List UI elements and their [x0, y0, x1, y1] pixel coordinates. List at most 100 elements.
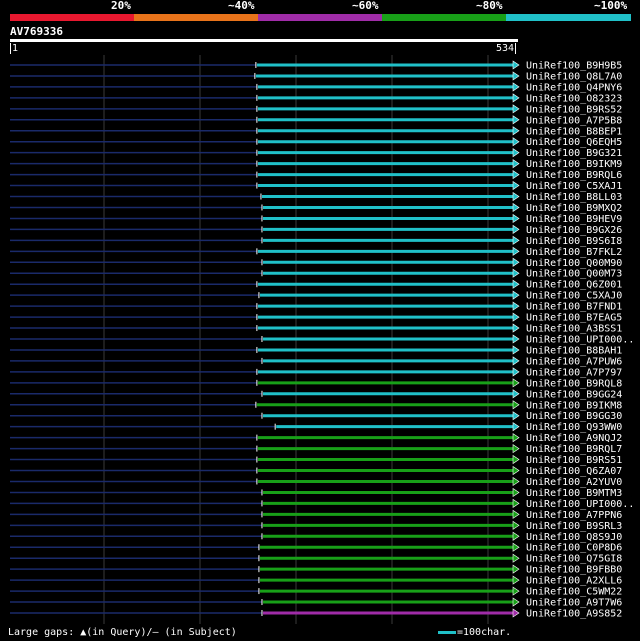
hit-name-link[interactable]: UniRef100_B9S6I8	[526, 236, 622, 247]
hit-name-link[interactable]: UniRef100_B9MTM3	[526, 488, 622, 499]
hit-name-link[interactable]: UniRef100_A2YUV0	[526, 477, 622, 488]
hit-row[interactable]: UniRef100_B9SRL3	[10, 520, 622, 532]
hit-name-link[interactable]: UniRef100_B7FND1	[526, 302, 622, 313]
hit-name-link[interactable]: UniRef100_C5XAJ0	[526, 291, 622, 302]
hit-row[interactable]: UniRef100_Q8S9J0	[10, 531, 622, 543]
hit-name-link[interactable]: UniRef100_UPI000..	[526, 335, 634, 346]
hit-name-link[interactable]: UniRef100_A9S852	[526, 609, 622, 620]
hit-row[interactable]: UniRef100_B8BEP1	[10, 126, 622, 137]
hit-row[interactable]: UniRef100_B7FND1	[10, 301, 622, 313]
hit-name-link[interactable]: UniRef100_B9H9B5	[526, 61, 622, 72]
hit-name-link[interactable]: UniRef100_A7PPN6	[526, 510, 622, 521]
hit-row[interactable]: UniRef100_B9IKM8	[10, 400, 622, 411]
hit-row[interactable]: UniRef100_A3BSS1	[10, 323, 622, 335]
hit-name-link[interactable]: UniRef100_O82323	[526, 93, 622, 104]
hit-name-link[interactable]: UniRef100_B9FBB0	[526, 565, 622, 576]
hit-name-link[interactable]: UniRef100_B7EAG5	[526, 313, 622, 324]
hit-row[interactable]: UniRef100_A2YUV0	[10, 476, 622, 488]
hit-name-link[interactable]: UniRef100_B9MXQ2	[526, 203, 622, 214]
hit-name-link[interactable]: UniRef100_C5WM22	[526, 587, 622, 598]
hit-name-link[interactable]: UniRef100_B9RQL8	[526, 378, 622, 389]
hit-row[interactable]: UniRef100_B7FKL2	[10, 246, 622, 258]
hit-row[interactable]: UniRef100_C5XAJ1	[10, 180, 622, 192]
hit-name-link[interactable]: UniRef100_Q8L7A0	[526, 71, 622, 82]
hit-name-link[interactable]: UniRef100_Q00M73	[526, 269, 622, 280]
hit-row[interactable]: UniRef100_Q75GI8	[10, 553, 622, 565]
hit-row[interactable]: UniRef100_Q00M73	[10, 268, 622, 280]
hit-row[interactable]: UniRef100_C5WM22	[10, 586, 622, 598]
hit-row[interactable]: UniRef100_B9MXQ2	[10, 202, 622, 214]
hit-name-link[interactable]: UniRef100_B9IKM9	[526, 159, 622, 170]
hit-name-link[interactable]: UniRef100_B9SRL3	[526, 521, 622, 532]
hit-name-link[interactable]: UniRef100_B8BAH1	[526, 345, 622, 356]
hit-name-link[interactable]: UniRef100_B7FKL2	[526, 247, 622, 258]
hit-row[interactable]: UniRef100_B9HEV9	[10, 213, 622, 225]
hit-row[interactable]: UniRef100_A7P797	[10, 367, 622, 378]
hit-row[interactable]: UniRef100_O82323	[10, 93, 622, 104]
hit-row[interactable]: UniRef100_B9RS52	[10, 104, 622, 115]
hit-row[interactable]: UniRef100_Q6ZA07	[10, 465, 622, 477]
hit-name-link[interactable]: UniRef100_A2XLL6	[526, 576, 622, 587]
hit-name-link[interactable]: UniRef100_C5XAJ1	[526, 181, 622, 192]
hit-name-link[interactable]: UniRef100_B9GX26	[526, 225, 622, 236]
hit-name-link[interactable]: UniRef100_Q8S9J0	[526, 532, 622, 543]
hit-row[interactable]: UniRef100_Q00M90	[10, 257, 622, 269]
hit-name-link[interactable]: UniRef100_A7PUW6	[526, 356, 622, 367]
hit-name-link[interactable]: UniRef100_B9GG24	[526, 389, 622, 400]
hit-row[interactable]: UniRef100_Q6EQH5	[10, 137, 622, 148]
hit-row[interactable]: UniRef100_B9RQL8	[10, 378, 622, 389]
hit-name-link[interactable]: UniRef100_UPI000..	[526, 499, 634, 510]
hit-name-link[interactable]: UniRef100_B9RQL6	[526, 170, 622, 181]
hit-row[interactable]: UniRef100_Q8L7A0	[10, 71, 622, 82]
hit-row[interactable]: UniRef100_B9H9B5	[10, 60, 622, 72]
hit-row[interactable]: UniRef100_A7PPN6	[10, 509, 622, 521]
hit-row[interactable]: UniRef100_B9RQL6	[10, 170, 622, 181]
hit-row[interactable]: UniRef100_B9GX26	[10, 224, 622, 236]
hit-name-link[interactable]: UniRef100_A9T7W6	[526, 598, 622, 609]
hit-row[interactable]: UniRef100_B9G321	[10, 148, 622, 159]
hit-row[interactable]: UniRef100_Q93WW0	[10, 422, 622, 433]
hit-row[interactable]: UniRef100_A2XLL6	[10, 575, 622, 587]
hit-row[interactable]: UniRef100_B9MTM3	[10, 487, 622, 499]
hit-row[interactable]: UniRef100_B9FBB0	[10, 564, 622, 576]
hit-name-link[interactable]: UniRef100_B9RS51	[526, 455, 622, 466]
hit-row[interactable]: UniRef100_B8LL03	[10, 191, 622, 203]
hit-row[interactable]: UniRef100_B8BAH1	[10, 345, 622, 356]
hit-row[interactable]: UniRef100_B9RQL7	[10, 444, 622, 455]
hit-name-link[interactable]: UniRef100_Q00M90	[526, 258, 622, 269]
hit-row[interactable]: UniRef100_Q4PNY6	[10, 82, 622, 93]
hit-name-link[interactable]: UniRef100_A7P5B8	[526, 115, 622, 126]
hit-row[interactable]: UniRef100_B9GG24	[10, 389, 622, 400]
hit-name-link[interactable]: UniRef100_B9IKM8	[526, 400, 622, 411]
hit-name-link[interactable]: UniRef100_B9HEV9	[526, 214, 622, 225]
hit-name-link[interactable]: UniRef100_C0P8D6	[526, 543, 622, 554]
hit-name-link[interactable]: UniRef100_B9RQL7	[526, 444, 622, 455]
hit-name-link[interactable]: UniRef100_Q75GI8	[526, 554, 622, 565]
hit-row[interactable]: UniRef100_A9S852	[10, 608, 622, 620]
hit-row[interactable]: UniRef100_B7EAG5	[10, 312, 622, 324]
hit-name-link[interactable]: UniRef100_Q6ZA07	[526, 466, 622, 477]
hit-name-link[interactable]: UniRef100_B8LL03	[526, 192, 622, 203]
hit-row[interactable]: UniRef100_B9IKM9	[10, 159, 622, 170]
hit-row[interactable]: UniRef100_C0P8D6	[10, 542, 622, 554]
hit-name-link[interactable]: UniRef100_A3BSS1	[526, 324, 622, 335]
hit-name-link[interactable]: UniRef100_Q93WW0	[526, 422, 622, 433]
hit-row[interactable]: UniRef100_A9NQJ2	[10, 433, 622, 444]
hit-name-link[interactable]: UniRef100_B9RS52	[526, 104, 622, 115]
hit-row[interactable]: UniRef100_A9T7W6	[10, 597, 622, 609]
hit-name-link[interactable]: UniRef100_Q4PNY6	[526, 82, 622, 93]
hit-name-link[interactable]: UniRef100_B9G321	[526, 148, 622, 159]
hit-row[interactable]: UniRef100_A7PUW6	[10, 356, 622, 367]
hit-name-link[interactable]: UniRef100_Q6EQH5	[526, 137, 622, 148]
hit-name-link[interactable]: UniRef100_B9GG30	[526, 411, 622, 422]
hit-row[interactable]: UniRef100_B9GG30	[10, 411, 622, 422]
hit-row[interactable]: UniRef100_B9S6I8	[10, 235, 622, 247]
hit-name-link[interactable]: UniRef100_A9NQJ2	[526, 433, 622, 444]
hit-row[interactable]: UniRef100_Q6Z001	[10, 279, 622, 291]
hit-row[interactable]: UniRef100_A7P5B8	[10, 115, 622, 126]
hit-name-link[interactable]: UniRef100_A7P797	[526, 367, 622, 378]
hit-row[interactable]: UniRef100_C5XAJ0	[10, 290, 622, 302]
hit-name-link[interactable]: UniRef100_B8BEP1	[526, 126, 622, 137]
hit-name-link[interactable]: UniRef100_Q6Z001	[526, 280, 622, 291]
hit-row[interactable]: UniRef100_B9RS51	[10, 454, 622, 466]
